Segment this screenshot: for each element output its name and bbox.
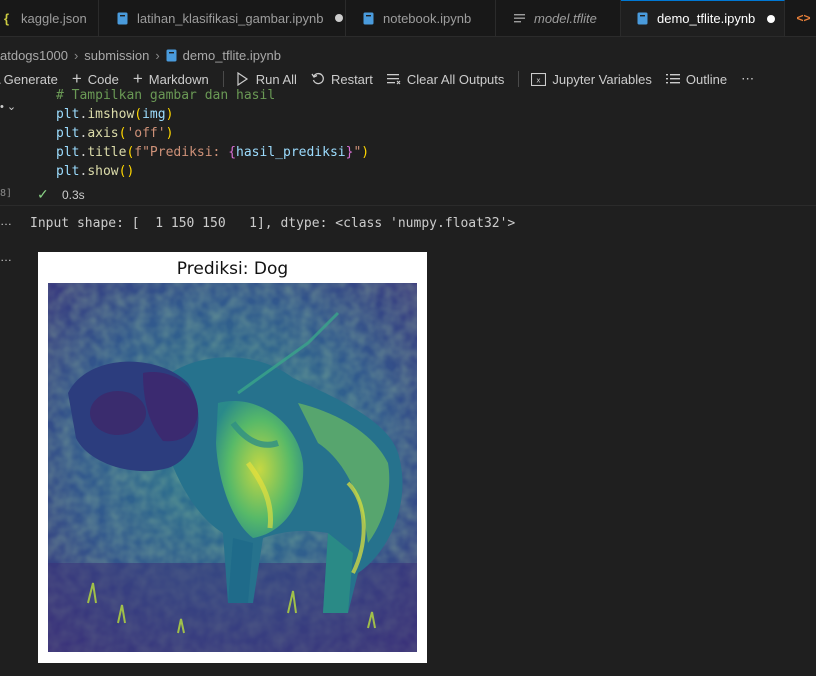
jupyter-variables-button[interactable]: x Jupyter Variables [531, 71, 652, 87]
code-comment: # Tampilkan gambar dan hasil [56, 88, 276, 103]
more-icon: ⋯ [741, 71, 755, 86]
code-token: plt [56, 126, 80, 141]
tab-js-file[interactable]: <> j [785, 0, 816, 36]
code-line: plt.show() [56, 164, 135, 179]
breadcrumb: atdogs1000 › submission › demo_tflite.ip… [0, 44, 281, 66]
code-token: plt [56, 145, 80, 160]
unsaved-dot-icon [335, 14, 344, 22]
generate-button[interactable]: . Generate [0, 72, 58, 87]
tab-label: demo_tflite.ipynb [657, 11, 756, 26]
code-token: imshow [87, 107, 135, 122]
chevron-right-icon: › [73, 47, 79, 63]
file-lines-icon [513, 12, 526, 25]
breadcrumb-folder[interactable]: atdogs1000 [0, 48, 68, 63]
run-all-label: Run All [255, 71, 297, 87]
tab-label: model.tflite [534, 10, 597, 26]
markdown-label: Markdown [148, 71, 209, 87]
sparkle-icon: . [0, 72, 2, 87]
breadcrumb-file[interactable]: demo_tflite.ipynb [183, 48, 281, 63]
code-token: title [87, 145, 127, 160]
figure-title: Prediksi: Dog [176, 259, 289, 279]
breadcrumb-folder[interactable]: submission [84, 48, 149, 63]
run-all-icon [236, 72, 250, 86]
tab-model-tflite[interactable]: model.tflite [496, 0, 621, 36]
execution-time: 0.3s [62, 188, 85, 202]
code-line: plt.imshow(img) [56, 107, 174, 122]
toolbar-divider [518, 71, 520, 87]
tab-notebook[interactable]: notebook.ipynb [346, 0, 496, 36]
output-stdout: Input shape: [ 1 150 150 1], dtype: <cla… [30, 216, 516, 231]
restart-icon [311, 72, 325, 86]
unsaved-dot-icon [767, 14, 776, 23]
outline-list-icon [665, 73, 680, 85]
clear-all-outputs-label: Clear All Outputs [406, 71, 505, 87]
code-cell[interactable]: • ⌄ # Tampilkan gambar dan hasil plt.ims… [0, 88, 816, 205]
code-token: 'off' [126, 126, 166, 141]
jupyter-variables-label: Jupyter Variables [552, 71, 652, 87]
code-token: hasil_prediksi [236, 145, 346, 160]
code-line: plt.axis('off') [56, 126, 174, 141]
notebook-icon [166, 49, 177, 62]
code-token: f"Prediksi: [134, 145, 229, 160]
restart-label: Restart [330, 71, 373, 87]
outline-button[interactable]: Outline [665, 71, 728, 87]
output-more-icon[interactable]: … [0, 250, 12, 264]
tab-label: notebook.ipynb [383, 10, 472, 26]
generate-label: Generate [3, 71, 58, 87]
checkmark-icon: ✓ [37, 186, 49, 202]
code-token: show [87, 164, 119, 179]
execution-count: 8] [0, 188, 13, 199]
code-label: Code [87, 71, 119, 87]
code-line: plt.title(f"Prediksi: {hasil_prediksi}") [56, 145, 370, 160]
tab-label: kaggle.json [21, 10, 87, 26]
dog-image [48, 283, 417, 652]
notebook-icon [116, 12, 129, 25]
code-token: axis [87, 126, 119, 141]
cell-divider [0, 205, 816, 206]
clear-all-icon [386, 73, 401, 85]
tab-label: latihan_klasifikasi_gambar.ipynb [137, 10, 324, 26]
notebook-icon [636, 12, 649, 25]
variables-icon: x [531, 72, 547, 86]
outline-label: Outline [685, 71, 728, 87]
tab-kaggle-json[interactable]: { kaggle.json [0, 0, 99, 36]
clear-all-outputs-button[interactable]: Clear All Outputs [386, 71, 505, 87]
svg-text:x: x [537, 76, 541, 84]
chevron-right-icon: › [155, 47, 160, 63]
tab-demo-tflite[interactable]: demo_tflite.ipynb [621, 0, 785, 36]
code-icon: <> [796, 11, 811, 25]
code-token: plt [56, 164, 80, 179]
more-actions-button[interactable]: ⋯ [741, 71, 754, 87]
chevron-down-icon[interactable]: • ⌄ [0, 100, 16, 113]
json-icon: { [3, 10, 10, 26]
code-token: plt [56, 107, 80, 122]
toolbar-divider [222, 71, 224, 87]
restart-button[interactable]: Restart [311, 72, 373, 87]
editor-tab-bar: { kaggle.json latihan_klasifikasi_gambar… [0, 0, 816, 37]
notebook-icon [362, 12, 375, 25]
tab-latihan-notebook[interactable]: latihan_klasifikasi_gambar.ipynb [99, 0, 346, 36]
code-line: # Tampilkan gambar dan hasil [56, 86, 275, 105]
code-token: img [142, 107, 166, 122]
output-figure: Prediksi: Dog [38, 252, 427, 663]
run-all-button[interactable]: Run All [236, 72, 297, 87]
output-more-icon[interactable]: … [0, 214, 12, 228]
